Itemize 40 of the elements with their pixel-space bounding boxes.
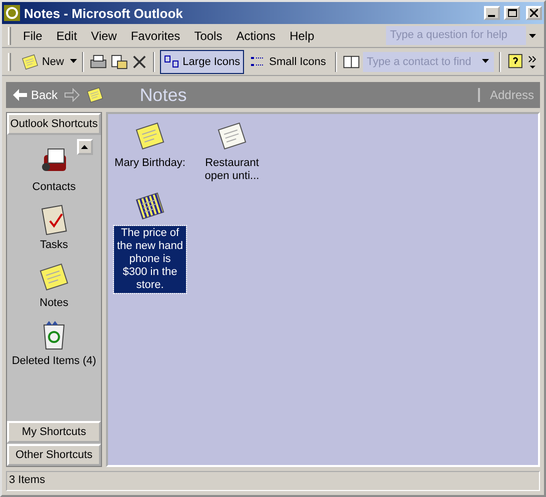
menu-item[interactable]: Edit — [50, 26, 84, 44]
view-icon — [164, 54, 180, 68]
maximize-button[interactable] — [504, 6, 520, 20]
shortcut-item[interactable]: Contacts — [32, 145, 76, 193]
dropdown-arrow-icon[interactable] — [70, 59, 78, 64]
move-to-folder-icon[interactable] — [110, 52, 129, 70]
back-button[interactable]: Back — [12, 88, 58, 102]
printer-icon[interactable] — [89, 52, 108, 70]
app-icon — [4, 5, 20, 21]
close-button[interactable] — [526, 6, 542, 20]
back-arrow-icon — [12, 88, 28, 102]
dropdown-arrow-icon[interactable] — [482, 59, 490, 64]
shortcut-item[interactable]: Notes — [38, 261, 70, 309]
note-label[interactable]: Mary Birthday: — [110, 156, 190, 171]
shortcut-group-button[interactable]: Outlook Shortcuts — [7, 113, 101, 135]
view-button[interactable]: Large Icons — [160, 50, 244, 74]
scroll-up-button[interactable] — [77, 139, 93, 155]
shortcut-group-button[interactable]: My Shortcuts — [7, 421, 101, 443]
menu-item[interactable]: View — [85, 26, 123, 44]
maximize-icon — [508, 9, 516, 17]
minimize-button[interactable] — [484, 6, 500, 20]
note-label[interactable]: Restaurant open unti... — [192, 156, 272, 184]
close-icon — [530, 9, 538, 17]
chevron-icon[interactable] — [526, 54, 538, 70]
menu-item[interactable]: Favorites — [124, 26, 186, 44]
menu-item[interactable]: Tools — [188, 26, 228, 44]
shortcut-item[interactable]: Deleted Items (4) — [12, 319, 96, 367]
up-arrow-icon — [81, 144, 89, 150]
new-button[interactable]: New — [16, 50, 68, 74]
view-button[interactable]: Small Icons — [246, 50, 330, 74]
shortcut-item[interactable]: Tasks — [38, 203, 70, 251]
address-label: Address — [478, 88, 534, 102]
menu-item[interactable]: Actions — [230, 26, 282, 44]
note-label[interactable]: The price of the new hand phone is $300 in the store. — [114, 226, 186, 293]
menu-item[interactable]: Help — [284, 26, 320, 44]
shortcut-group-button[interactable]: Other Shortcuts — [7, 444, 101, 466]
dropdown-arrow-icon[interactable] — [528, 32, 538, 38]
window-title: Notes - Microsoft Outlook — [24, 6, 184, 20]
status-bar: 3 Items — [6, 471, 540, 491]
menu-item[interactable]: File — [17, 26, 48, 44]
